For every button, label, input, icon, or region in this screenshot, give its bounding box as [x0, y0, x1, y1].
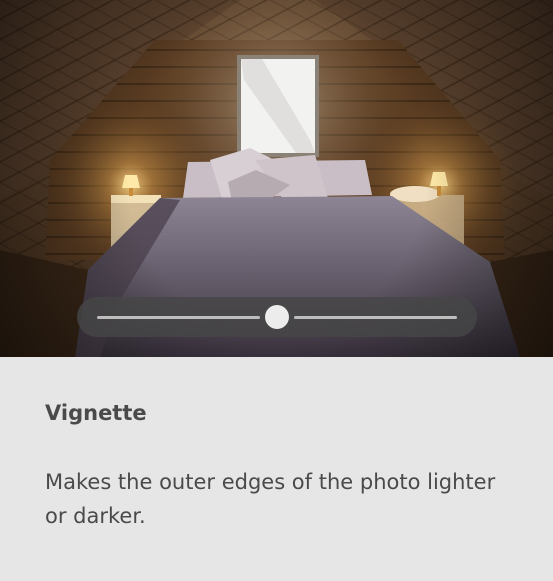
vignette-slider[interactable]	[77, 297, 477, 337]
slider-thumb[interactable]	[265, 305, 289, 329]
feature-title: Vignette	[45, 401, 147, 425]
slider-track-left	[97, 316, 260, 319]
vignette-card: Vignette Makes the outer edges of the ph…	[0, 0, 553, 581]
preview-photo	[0, 0, 553, 357]
feature-description: Makes the outer edges of the photo light…	[45, 470, 496, 528]
slider-track-right	[294, 316, 457, 319]
